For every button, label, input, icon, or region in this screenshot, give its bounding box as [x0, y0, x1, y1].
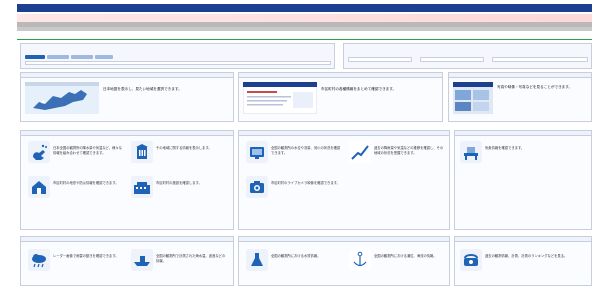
service-card[interactable]: 全国の観測所における潮位、海流の情報。: [349, 249, 449, 277]
service-card-desc: 市区町村のライブカメラ映像を確認できます。: [271, 181, 340, 185]
service-group-1: 日本全国の観測所の降水量や気温など、様々な情報を組み合わせて確認できます。 その…: [20, 130, 234, 230]
service-group-4: レーダー画像で雨雲の動きを確認できます。 全国の観測所で計測された海水温、波浪な…: [20, 236, 234, 286]
service-card-desc: 過去の観測情報、計測、計測のランキングなどを見る。: [485, 254, 568, 258]
service-card-desc: 市区町村の地形や防災情報を確認できます。: [53, 181, 119, 185]
group-header: [455, 237, 591, 242]
service-card[interactable]: 市区町村の地形や防災情報を確認できます。: [28, 176, 128, 204]
info-band-2: [17, 27, 592, 31]
quick-link-button-3[interactable]: [492, 57, 588, 62]
panel-header: [239, 73, 442, 78]
service-card-desc: 市区町村の施設を確認します。: [156, 181, 202, 185]
service-group-5: 全国の観測所における水質情報。 全国の観測所における潮位、海流の情報。: [238, 236, 450, 286]
service-card-desc: 全国の観測所における潮位、海流の情報。: [374, 254, 437, 258]
flask-icon: [246, 249, 268, 271]
panel-header: [21, 73, 233, 78]
service-card[interactable]: 市区町村のライブカメラ映像を確認できます。: [246, 176, 346, 204]
service-card[interactable]: 全国の観測所における水質情報。: [246, 249, 346, 277]
service-card-desc: 全国の観測所の水位や流量、河川の状況を確認できます。: [271, 146, 341, 155]
map-view-panel[interactable]: 日本地図を表示し、見たい地域を選択できます。: [20, 72, 234, 122]
municipality-info-desc: 市区町村の各種情報をまとめて確認できます。: [321, 87, 397, 91]
panel-header: [449, 73, 591, 78]
service-group-3: 気象情報を確認できます。: [454, 130, 592, 230]
service-card-desc: 過去の降雨量や気温などの推移を確認し、その地域の状況を把握できます。: [374, 146, 444, 155]
quick-link-button-1[interactable]: [348, 57, 412, 62]
photo-desc: 写真や映像・写真などを見ることができます。: [497, 85, 573, 89]
camera-icon: [246, 176, 268, 198]
phone-icon: [460, 249, 482, 271]
section-divider: [17, 39, 592, 40]
search-panel: [20, 43, 335, 69]
group-header: [239, 131, 449, 136]
service-card[interactable]: 過去の観測情報、計測、計測のランキングなどを見る。: [460, 249, 590, 277]
tower-icon: [131, 141, 153, 163]
photo-panel[interactable]: 写真や映像・写真などを見ることができます。: [448, 72, 592, 122]
group-header: [21, 131, 233, 136]
municipality-thumbnail[interactable]: [242, 81, 318, 115]
group-header: [21, 237, 233, 242]
service-card[interactable]: 全国の観測所で計測された海水温、波浪などの情報。: [131, 249, 231, 277]
service-group-6: 過去の観測情報、計測、計測のランキングなどを見る。: [454, 236, 592, 286]
house-icon: [28, 176, 50, 198]
site-header: [17, 4, 592, 12]
desk-icon: [460, 141, 482, 163]
service-card[interactable]: 全国の観測所の水位や流量、河川の状況を確認できます。: [246, 141, 346, 169]
search-input[interactable]: [25, 61, 331, 65]
quick-link-button-2[interactable]: [420, 57, 484, 62]
cloud-icon: [28, 249, 50, 271]
alert-banner: [17, 14, 592, 22]
search-tab-2[interactable]: [47, 55, 69, 59]
service-card-desc: 全国の観測所における水質情報。: [271, 254, 321, 258]
ship-icon: [131, 249, 153, 271]
hand-rain-icon: [28, 141, 50, 163]
service-card[interactable]: 日本全国の観測所の降水量や気温など、様々な情報を組み合わせて確認できます。: [28, 141, 128, 169]
photo-thumbnail[interactable]: [453, 82, 493, 114]
service-card-desc: 日本全国の観測所の降水量や気温など、様々な情報を組み合わせて確認できます。: [53, 146, 123, 155]
anchor-icon: [349, 249, 371, 271]
map-view-desc: 日本地図を表示し、見たい地域を選択できます。: [103, 87, 182, 91]
graph-icon: [349, 141, 371, 163]
service-card[interactable]: 気象情報を確認できます。: [460, 141, 590, 169]
search-tab-3[interactable]: [71, 55, 93, 59]
search-tab-4[interactable]: [95, 55, 113, 59]
service-card[interactable]: その地域に関する情報を表示します。: [131, 141, 231, 169]
service-group-2: 全国の観測所の水位や流量、河川の状況を確認できます。 過去の降雨量や気温などの推…: [238, 130, 450, 230]
service-card-desc: 全国の観測所で計測された海水温、波浪などの情報。: [156, 254, 226, 263]
service-card-desc: レーダー画像で雨雲の動きを確認できます。: [53, 254, 119, 258]
service-card[interactable]: 市区町村の施設を確認します。: [131, 176, 231, 204]
municipality-info-panel[interactable]: 市区町村の各種情報をまとめて確認できます。: [238, 72, 443, 122]
service-card[interactable]: レーダー画像で雨雲の動きを確認できます。: [28, 249, 128, 277]
group-header: [239, 237, 449, 242]
search-tab-1[interactable]: [25, 55, 45, 59]
tv-icon: [246, 141, 268, 163]
map-thumbnail[interactable]: [25, 82, 99, 114]
building-icon: [131, 176, 153, 198]
group-header: [455, 131, 591, 136]
quick-links-panel: [343, 43, 592, 69]
service-card-desc: その地域に関する情報を表示します。: [156, 146, 212, 150]
service-card-desc: 気象情報を確認できます。: [485, 146, 525, 150]
service-card[interactable]: 過去の降雨量や気温などの推移を確認し、その地域の状況を把握できます。: [349, 141, 449, 169]
